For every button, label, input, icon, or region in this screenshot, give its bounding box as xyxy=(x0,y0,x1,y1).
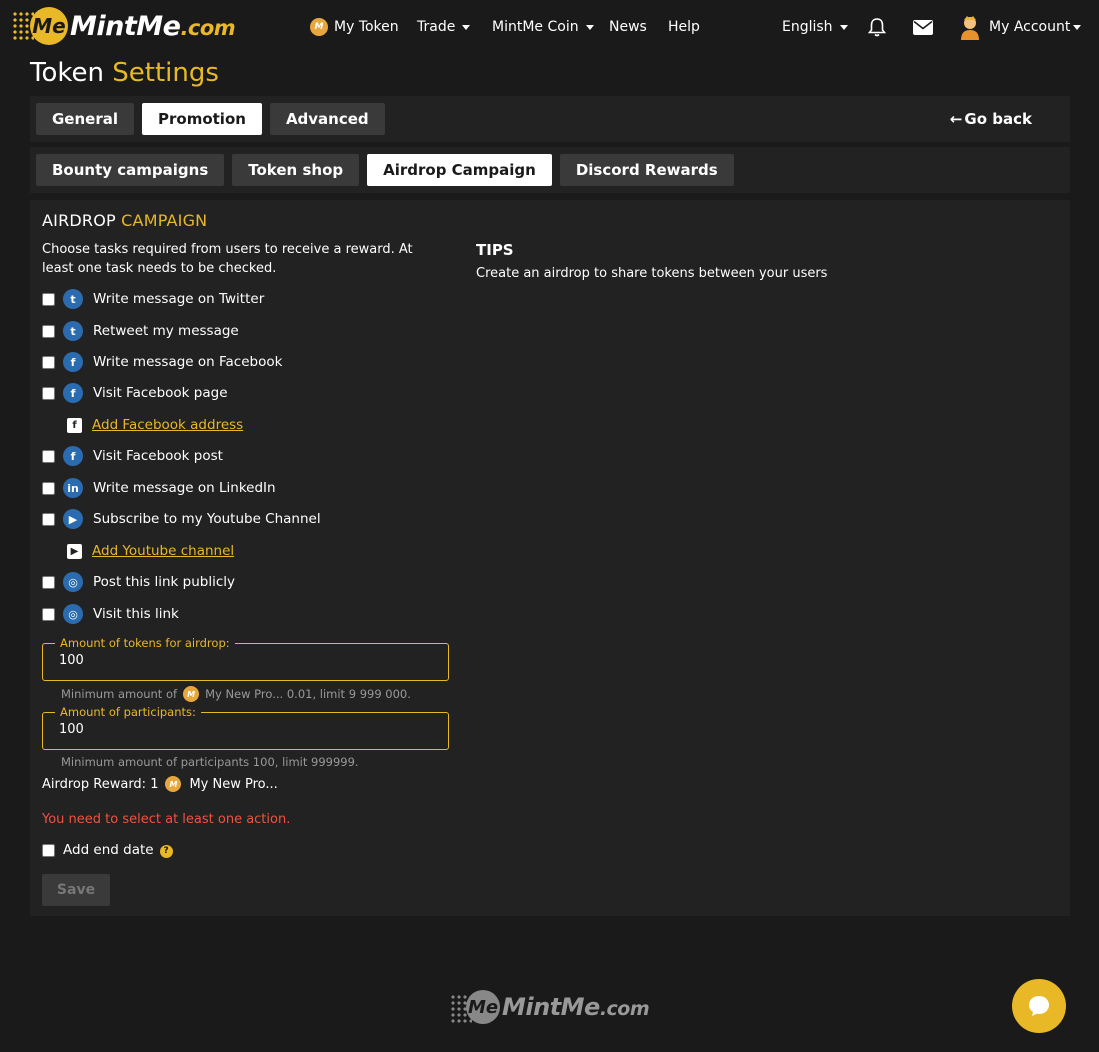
globe-icon: ◎ xyxy=(63,572,83,592)
avatar-icon xyxy=(961,16,979,40)
nav-news[interactable]: News xyxy=(609,0,647,54)
tips-text: Create an airdrop to share tokens betwee… xyxy=(476,266,828,281)
chat-button[interactable] xyxy=(1012,979,1066,1033)
tab-general[interactable]: General xyxy=(36,103,134,135)
end-date-row[interactable]: Add end date ? xyxy=(42,842,173,858)
linkedin-icon: in xyxy=(63,478,83,498)
facebook-icon: f xyxy=(63,383,83,403)
participants-field[interactable]: Amount of participants: xyxy=(42,705,449,750)
task-retweet[interactable]: t Retweet my message xyxy=(42,320,239,342)
facebook-icon: f xyxy=(63,352,83,372)
task-youtube-subscribe[interactable]: ▶ Subscribe to my Youtube Channel xyxy=(42,508,321,530)
tab-advanced[interactable]: Advanced xyxy=(269,103,385,135)
task-post-link[interactable]: ◎ Post this link publicly xyxy=(42,571,235,593)
logo-badge: Me xyxy=(12,5,68,47)
tab-token-shop[interactable]: Token shop xyxy=(232,154,360,186)
task-facebook-page[interactable]: f Visit Facebook page xyxy=(42,382,228,404)
add-youtube-row: ▶ Add Youtube channel xyxy=(67,540,234,562)
globe-icon: ◎ xyxy=(63,604,83,624)
site-logo[interactable]: Me MintMe.com xyxy=(12,5,236,47)
facebook-icon: f xyxy=(63,446,83,466)
participants-hint: Minimum amount of participants 100, limi… xyxy=(61,755,359,769)
nav-trade[interactable]: Trade xyxy=(417,0,471,54)
mail-icon[interactable] xyxy=(913,0,933,54)
add-youtube-link[interactable]: Add Youtube channel xyxy=(92,543,234,559)
checkbox[interactable] xyxy=(42,449,55,463)
chevron-down-icon xyxy=(1073,24,1082,30)
sub-tabbar: Bounty campaigns Token shop Airdrop Camp… xyxy=(30,147,1070,193)
tab-bounty-campaigns[interactable]: Bounty campaigns xyxy=(36,154,225,186)
task-twitter-message[interactable]: t Write message on Twitter xyxy=(42,288,264,310)
checkbox[interactable] xyxy=(42,386,55,400)
main-tabbar: General Promotion Advanced ← Go back xyxy=(30,96,1070,142)
logo-badge: Me xyxy=(450,988,500,1026)
bell-icon[interactable] xyxy=(868,0,886,54)
tips-title: TIPS xyxy=(476,241,514,259)
twitter-icon: t xyxy=(63,289,83,309)
checkbox[interactable] xyxy=(42,292,55,306)
token-coin-icon: M xyxy=(310,18,328,36)
checkbox[interactable] xyxy=(42,575,55,589)
chat-icon xyxy=(1029,996,1049,1016)
participants-input[interactable] xyxy=(59,722,429,737)
task-facebook-message[interactable]: f Write message on Facebook xyxy=(42,351,282,373)
facebook-square-icon: f xyxy=(67,417,82,433)
airdrop-panel: AIRDROP CAMPAIGN Choose tasks required f… xyxy=(30,200,1070,916)
account-menu[interactable]: My Account xyxy=(959,0,1082,54)
language-selector[interactable]: English xyxy=(782,0,848,54)
header: Me MintMe.com M My Token Trade MintMe Co… xyxy=(0,0,1099,54)
page-title: Token Settings xyxy=(30,58,219,88)
nav-mintme-coin[interactable]: MintMe Coin xyxy=(492,0,594,54)
chevron-down-icon xyxy=(839,24,848,30)
arrow-left-icon: ← xyxy=(949,110,963,128)
checkbox[interactable] xyxy=(42,324,55,338)
amount-tokens-input[interactable] xyxy=(59,653,429,668)
task-facebook-post[interactable]: f Visit Facebook post xyxy=(42,445,223,467)
task-visit-link[interactable]: ◎ Visit this link xyxy=(42,603,179,625)
add-facebook-link[interactable]: Add Facebook address xyxy=(92,417,243,433)
amount-tokens-field[interactable]: Amount of tokens for airdrop: xyxy=(42,636,449,681)
token-coin-icon: M xyxy=(183,686,200,702)
checkbox[interactable] xyxy=(42,481,55,495)
chevron-down-icon xyxy=(585,24,594,30)
youtube-square-icon: ▶ xyxy=(67,543,82,559)
add-facebook-row: f Add Facebook address xyxy=(67,414,243,436)
help-icon[interactable]: ? xyxy=(159,844,173,858)
youtube-icon: ▶ xyxy=(63,509,83,529)
token-coin-icon: M xyxy=(165,776,182,792)
nav-help[interactable]: Help xyxy=(668,0,700,54)
checkbox[interactable] xyxy=(42,512,55,526)
intro-text: Choose tasks required from users to rece… xyxy=(42,242,413,276)
error-message: You need to select at least one action. xyxy=(42,812,291,827)
nav-my-token[interactable]: M My Token xyxy=(310,0,399,54)
go-back-link[interactable]: ← Go back xyxy=(950,96,1032,142)
task-linkedin-message[interactable]: in Write message on LinkedIn xyxy=(42,477,276,499)
section-title: AIRDROP CAMPAIGN xyxy=(42,211,208,230)
airdrop-reward: Airdrop Reward: 1 M My New Pro... xyxy=(42,776,278,792)
chevron-down-icon xyxy=(462,24,471,30)
tab-promotion[interactable]: Promotion xyxy=(142,103,262,135)
tab-discord-rewards[interactable]: Discord Rewards xyxy=(559,154,734,186)
checkbox[interactable] xyxy=(42,607,55,621)
save-button[interactable]: Save xyxy=(42,874,110,906)
tab-airdrop-campaign[interactable]: Airdrop Campaign xyxy=(367,154,552,186)
twitter-icon: t xyxy=(63,321,83,341)
checkbox[interactable] xyxy=(42,355,55,369)
checkbox[interactable] xyxy=(42,843,55,857)
footer-logo[interactable]: Me MintMe.com xyxy=(450,988,650,1026)
amount-hint: Minimum amount of M My New Pro... 0.01, … xyxy=(61,686,411,702)
